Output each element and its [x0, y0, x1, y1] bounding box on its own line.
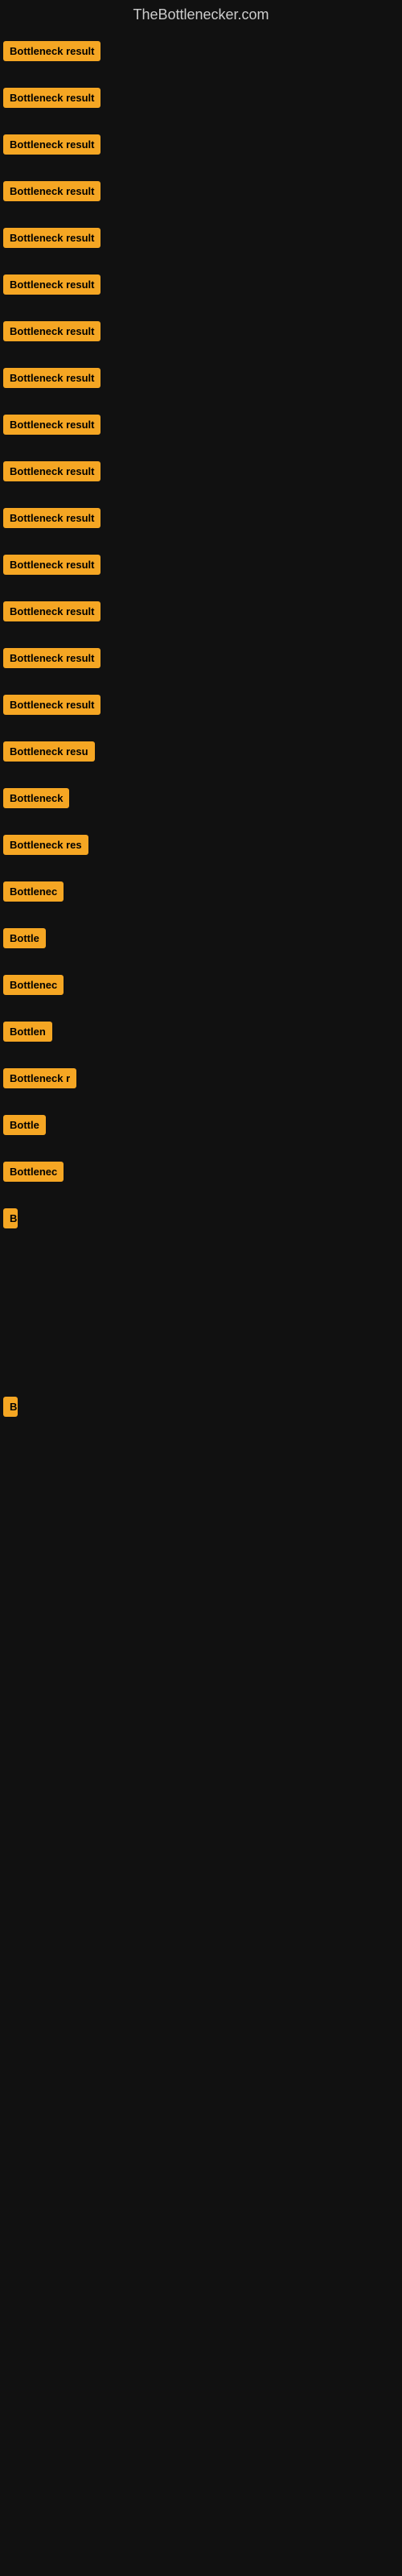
bottleneck-badge[interactable]: Bottlenec: [3, 881, 64, 902]
list-item: Bottlen: [0, 1010, 402, 1057]
list-item: B: [0, 1197, 402, 1244]
bottleneck-badge[interactable]: Bottlenec: [3, 975, 64, 995]
list-item: Bottle: [0, 917, 402, 964]
bottleneck-badge[interactable]: Bottleneck result: [3, 228, 100, 248]
list-item: Bottlenec: [0, 964, 402, 1010]
list-item: Bottleneck result: [0, 590, 402, 637]
bottleneck-badge[interactable]: Bottleneck result: [3, 368, 100, 388]
list-item: Bottleneck result: [0, 76, 402, 123]
bottleneck-badge[interactable]: Bottlen: [3, 1022, 52, 1042]
list-item: Bottlenec: [0, 870, 402, 917]
list-item: Bottleneck result: [0, 637, 402, 683]
list-item: Bottleneck result: [0, 123, 402, 170]
list-item: [0, 1538, 402, 1574]
bottleneck-badge[interactable]: Bottleneck result: [3, 181, 100, 201]
list-item: Bottleneck r: [0, 1057, 402, 1104]
list-item: Bottleneck resu: [0, 730, 402, 777]
bottleneck-badge[interactable]: Bottleneck result: [3, 88, 100, 108]
bottleneck-badge[interactable]: Bottleneck r: [3, 1068, 76, 1088]
list-item: [0, 1350, 402, 1385]
list-item: Bottleneck result: [0, 450, 402, 497]
bottleneck-badge[interactable]: Bottleneck result: [3, 41, 100, 61]
bottleneck-badge[interactable]: Bottleneck result: [3, 695, 100, 715]
list-item: [0, 1244, 402, 1279]
bottleneck-badge[interactable]: Bottleneck result: [3, 415, 100, 435]
bottleneck-badge[interactable]: Bottlenec: [3, 1162, 64, 1182]
bottleneck-badge[interactable]: Bottleneck: [3, 788, 69, 808]
bottleneck-badge[interactable]: Bottleneck result: [3, 508, 100, 528]
site-title: TheBottlenecker.com: [0, 0, 402, 27]
list-item: Bottleneck result: [0, 403, 402, 450]
bottleneck-badge[interactable]: Bottle: [3, 928, 46, 948]
bottleneck-badge[interactable]: Bottleneck result: [3, 134, 100, 155]
list-item: Bottlenec: [0, 1150, 402, 1197]
bottleneck-badge[interactable]: Bottleneck result: [3, 321, 100, 341]
list-item: Bottleneck result: [0, 683, 402, 730]
bottleneck-badge[interactable]: Bottleneck result: [3, 601, 100, 621]
list-item: Bottleneck result: [0, 217, 402, 263]
list-item: Bottleneck result: [0, 263, 402, 310]
list-item: Bottle: [0, 1104, 402, 1150]
bottleneck-badge[interactable]: Bottleneck resu: [3, 741, 95, 762]
bottleneck-badge[interactable]: Bottleneck result: [3, 555, 100, 575]
list-item: B: [0, 1385, 402, 1432]
bottleneck-badge[interactable]: Bottleneck res: [3, 835, 88, 855]
bottleneck-badge[interactable]: Bottleneck result: [3, 648, 100, 668]
bottleneck-badge[interactable]: B: [3, 1397, 18, 1417]
list-item: Bottleneck res: [0, 824, 402, 870]
list-item: Bottleneck: [0, 777, 402, 824]
list-item: [0, 1503, 402, 1538]
bottleneck-badge[interactable]: Bottle: [3, 1115, 46, 1135]
list-item: [0, 1574, 402, 1609]
bottleneck-badge[interactable]: Bottleneck result: [3, 461, 100, 481]
list-item: Bottleneck result: [0, 170, 402, 217]
bottleneck-badge[interactable]: Bottleneck result: [3, 275, 100, 295]
list-item: Bottleneck result: [0, 310, 402, 357]
list-item: [0, 1279, 402, 1315]
items-container: Bottleneck result Bottleneck result Bottle…: [0, 27, 402, 1612]
list-item: Bottleneck result: [0, 497, 402, 543]
bottleneck-badge[interactable]: B: [3, 1208, 18, 1228]
list-item: [0, 1315, 402, 1350]
list-item: Bottleneck result: [0, 543, 402, 590]
list-item: [0, 1432, 402, 1468]
list-item: Bottleneck result: [0, 30, 402, 76]
list-item: Bottleneck result: [0, 357, 402, 403]
list-item: [0, 1468, 402, 1503]
